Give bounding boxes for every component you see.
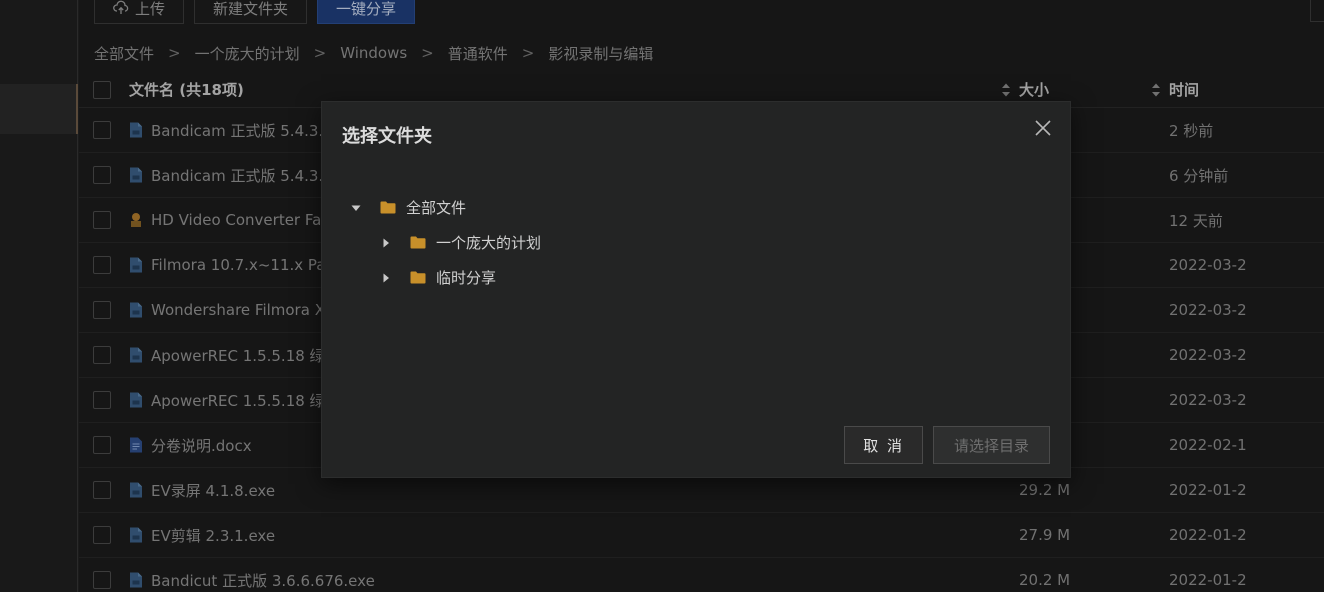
confirm-button[interactable]: 请选择目录 <box>932 426 1050 464</box>
dialog-footer: 取 消 请选择目录 <box>844 426 1050 464</box>
tree-node-child[interactable]: 一个庞大的计划 <box>350 225 541 260</box>
file-manager-app: 上传 新建文件夹 一键分享 全部文件 > 一个庞大的计划 > Windows >… <box>0 0 1324 592</box>
folder-icon <box>380 201 396 214</box>
cancel-button[interactable]: 取 消 <box>844 426 923 464</box>
confirm-label: 请选择目录 <box>953 436 1029 455</box>
caret-right-icon[interactable] <box>380 272 392 284</box>
folder-tree: 全部文件 一个庞大的计划 临时分享 <box>350 190 541 295</box>
sidebar <box>0 0 78 592</box>
tree-node-label: 临时分享 <box>436 269 497 287</box>
folder-icon <box>410 271 426 284</box>
caret-right-icon[interactable] <box>380 237 392 249</box>
caret-down-icon[interactable] <box>350 202 362 214</box>
sidebar-active-item[interactable] <box>0 84 78 134</box>
tree-node-root[interactable]: 全部文件 <box>350 190 541 225</box>
tree-node-child[interactable]: 临时分享 <box>350 260 541 295</box>
folder-icon <box>410 236 426 249</box>
cancel-label: 取 消 <box>863 436 904 455</box>
tree-node-label: 全部文件 <box>406 199 467 217</box>
close-icon[interactable] <box>1034 119 1052 137</box>
select-folder-dialog: 选择文件夹 全部文件 一个庞大的计划 临时分享 取 消 请选择目录 <box>321 101 1071 478</box>
tree-node-label: 一个庞大的计划 <box>436 234 542 252</box>
dialog-title: 选择文件夹 <box>342 126 432 147</box>
